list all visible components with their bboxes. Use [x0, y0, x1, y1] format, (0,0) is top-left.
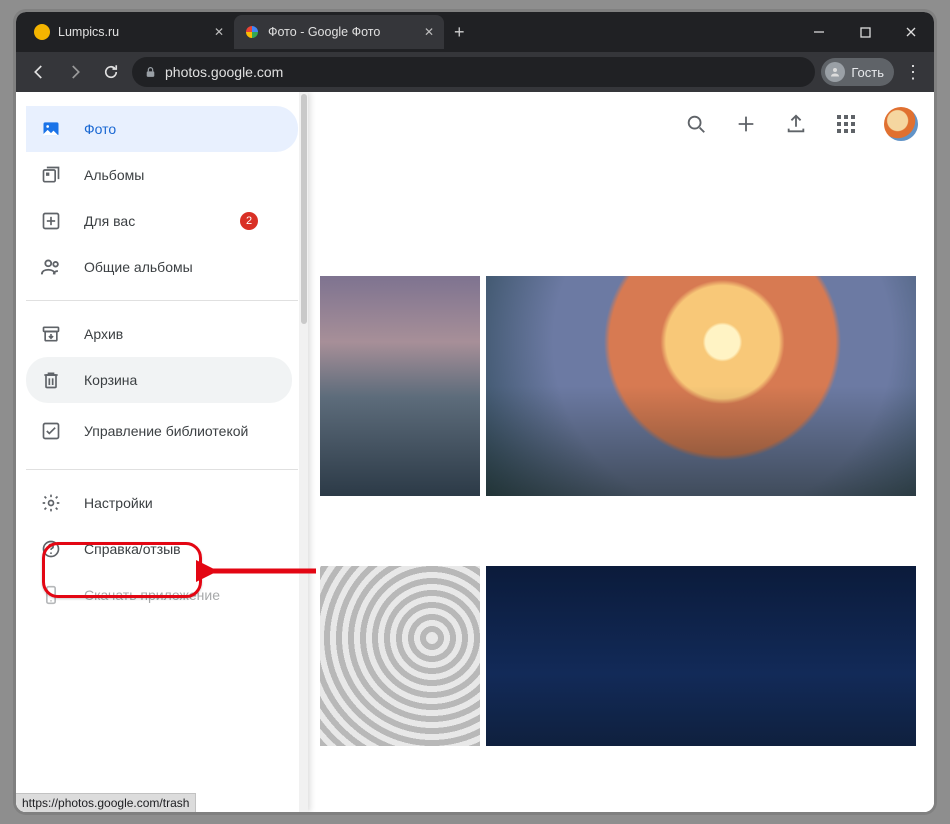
sidebar-item-label: Для вас — [84, 213, 135, 229]
divider — [26, 300, 298, 301]
sidebar-item-help[interactable]: Справка/отзыв — [26, 526, 298, 572]
address-bar: photos.google.com Гость ⋮ — [16, 52, 934, 92]
browser-menu-button[interactable]: ⋮ — [900, 62, 926, 83]
guest-avatar-icon — [825, 62, 845, 82]
photo-thumbnail[interactable] — [486, 566, 916, 746]
tab-title: Фото - Google Фото — [268, 25, 416, 39]
profile-chip[interactable]: Гость — [821, 58, 894, 86]
close-window-button[interactable] — [888, 12, 934, 52]
sidebar-item-settings[interactable]: Настройки — [26, 480, 298, 526]
titlebar: Lumpics.ru ✕ Фото - Google Фото ✕ + — [16, 12, 934, 52]
favicon-lumpics — [34, 24, 50, 40]
sidebar-item-label: Общие альбомы — [84, 259, 193, 275]
sidebar-item-for-you[interactable]: Для вас 2 — [26, 198, 298, 244]
account-avatar[interactable] — [884, 107, 918, 141]
shared-icon — [40, 256, 62, 278]
photo-thumbnail[interactable] — [320, 566, 480, 746]
archive-icon — [40, 323, 62, 345]
sidebar-item-manage-library[interactable]: Управление библиотекой — [26, 403, 298, 459]
sidebar-item-label: Настройки — [84, 495, 153, 511]
download-icon — [40, 584, 62, 606]
image-icon — [40, 118, 62, 140]
status-url: https://photos.google.com/trash — [22, 796, 189, 810]
sidebar-item-photos[interactable]: Фото — [26, 106, 298, 152]
sidebar-item-label: Справка/отзыв — [84, 541, 181, 557]
manage-icon — [40, 420, 62, 442]
sidebar-item-download-app[interactable]: Скачать приложение — [26, 572, 298, 618]
upload-button[interactable] — [784, 112, 808, 136]
status-bar: https://photos.google.com/trash — [16, 793, 196, 812]
page-content: Google Фото — [16, 92, 934, 812]
apps-grid-icon[interactable] — [834, 112, 858, 136]
close-icon[interactable]: ✕ — [214, 25, 224, 39]
sidebar: Фото Альбомы Для вас 2 Общие альбомы — [16, 92, 308, 812]
back-button[interactable] — [24, 57, 54, 87]
close-icon[interactable]: ✕ — [424, 25, 434, 39]
sidebar-item-trash[interactable]: Корзина — [26, 357, 292, 403]
sidebar-item-label: Корзина — [84, 372, 137, 388]
trash-icon — [40, 369, 62, 391]
window-controls — [796, 12, 934, 52]
new-tab-button[interactable]: + — [444, 22, 475, 43]
tab-google-photos[interactable]: Фото - Google Фото ✕ — [234, 15, 444, 49]
url-field[interactable]: photos.google.com — [132, 57, 815, 87]
maximize-button[interactable] — [842, 12, 888, 52]
favicon-google-photos — [244, 24, 260, 40]
notification-badge: 2 — [240, 212, 258, 230]
minimize-button[interactable] — [796, 12, 842, 52]
reload-button[interactable] — [96, 57, 126, 87]
scrollbar-thumb[interactable] — [301, 94, 307, 324]
sidebar-item-label: Скачать приложение — [84, 587, 220, 603]
sidebar-item-label: Архив — [84, 326, 123, 342]
photo-grid — [308, 156, 934, 812]
divider — [26, 469, 298, 470]
tab-title: Lumpics.ru — [58, 25, 206, 39]
url-text: photos.google.com — [165, 64, 283, 80]
browser-window: Lumpics.ru ✕ Фото - Google Фото ✕ + phot… — [16, 12, 934, 812]
sidebar-item-label: Управление библиотекой — [84, 422, 248, 440]
albums-icon — [40, 164, 62, 186]
settings-icon — [40, 492, 62, 514]
search-icon[interactable] — [684, 112, 708, 136]
sidebar-item-shared[interactable]: Общие альбомы — [26, 244, 298, 290]
create-button[interactable] — [734, 112, 758, 136]
sidebar-item-archive[interactable]: Архив — [26, 311, 298, 357]
tab-lumpics[interactable]: Lumpics.ru ✕ — [24, 15, 234, 49]
for-you-icon — [40, 210, 62, 232]
sidebar-item-albums[interactable]: Альбомы — [26, 152, 298, 198]
sidebar-item-label: Фото — [84, 121, 116, 137]
photo-thumbnail[interactable] — [486, 276, 916, 496]
guest-label: Гость — [851, 65, 884, 80]
sidebar-item-label: Альбомы — [84, 167, 144, 183]
photo-thumbnail[interactable] — [320, 276, 480, 496]
help-icon — [40, 538, 62, 560]
lock-icon — [144, 66, 157, 79]
forward-button[interactable] — [60, 57, 90, 87]
